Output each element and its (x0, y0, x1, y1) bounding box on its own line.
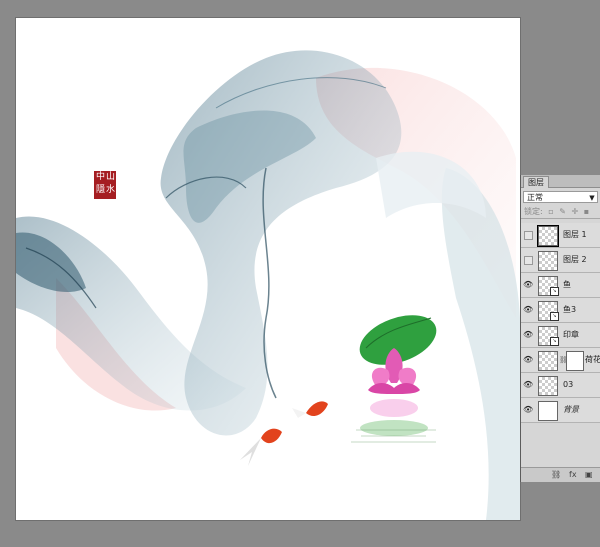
lock-row: 锁定: ▫ ✎ ✛ ▪ (521, 206, 600, 219)
lock-transparency-icon[interactable]: ▫ (548, 207, 553, 216)
layer-row[interactable]: 👁 ⛓ 荷花 (521, 348, 600, 373)
visibility-toggle[interactable] (524, 256, 533, 265)
layer-row[interactable]: 图层 1 (521, 223, 600, 248)
smart-object-icon: ↘ (550, 337, 559, 346)
eye-icon[interactable]: 👁 (523, 355, 533, 365)
seal-stamp: 中 山 隱 水 (94, 171, 116, 199)
layer-row[interactable]: 👁 ↘ 鱼 (521, 273, 600, 298)
ink-artwork (16, 50, 520, 520)
layer-name: 鱼3 (563, 305, 577, 314)
layer-thumbnail (538, 351, 558, 371)
layer-name: 荷花 (585, 355, 600, 364)
chevron-down-icon: ▼ (589, 194, 595, 202)
smart-object-icon: ↘ (550, 312, 559, 321)
layer-mask-thumbnail[interactable] (566, 351, 584, 371)
new-layer-icon[interactable]: ▣ (585, 470, 593, 479)
layer-name: 印章 (563, 330, 579, 339)
panel-footer: ⛓ fx ▣ (521, 467, 600, 482)
smart-object-icon: ↘ (550, 287, 559, 296)
layer-thumbnail (538, 376, 558, 396)
lock-label: 锁定: (524, 207, 543, 216)
tab-layers[interactable]: 图层 (523, 176, 549, 188)
layer-name: 鱼 (563, 280, 571, 289)
lock-position-icon[interactable]: ✛ (571, 207, 578, 216)
visibility-toggle[interactable] (524, 231, 533, 240)
panel-tab-bar: 图层 (521, 175, 600, 188)
eye-icon[interactable]: 👁 (523, 380, 533, 390)
layer-row[interactable]: 👁 背景 (521, 398, 600, 423)
blend-mode-value: 正常 (527, 193, 543, 202)
layer-row[interactable]: 👁 03 (521, 373, 600, 398)
layer-row[interactable]: 👁 ↘ 印章 (521, 323, 600, 348)
layer-name: 背景 (563, 405, 579, 414)
layer-thumbnail (538, 401, 558, 421)
layer-row[interactable]: 图层 2 (521, 248, 600, 273)
layer-thumbnail (537, 225, 559, 247)
fx-icon[interactable]: fx (569, 470, 577, 479)
layer-row[interactable]: 👁 ↘ 鱼3 (521, 298, 600, 323)
blend-mode-select[interactable]: 正常 ▼ (523, 191, 598, 203)
layer-thumbnail (538, 251, 558, 271)
layers-panel: 图层 正常 ▼ 锁定: ▫ ✎ ✛ ▪ 图层 1 图层 2 👁 ↘ 鱼 👁 ↘ … (520, 175, 600, 482)
document-canvas[interactable]: 中 山 隱 水 (16, 18, 520, 520)
link-icon[interactable]: ⛓ (551, 470, 561, 479)
eye-icon[interactable]: 👁 (523, 405, 533, 415)
layer-name: 图层 2 (563, 255, 587, 264)
eye-icon[interactable]: 👁 (523, 280, 533, 290)
layers-list: 图层 1 图层 2 👁 ↘ 鱼 👁 ↘ 鱼3 👁 ↘ 印章 👁 ⛓ 荷花 👁 0… (521, 223, 600, 423)
lock-all-icon[interactable]: ▪ (584, 207, 589, 216)
eye-icon[interactable]: 👁 (523, 330, 533, 340)
layer-name: 图层 1 (563, 230, 587, 239)
lock-pixels-icon[interactable]: ✎ (559, 207, 566, 216)
eye-icon[interactable]: 👁 (523, 305, 533, 315)
layer-name: 03 (563, 380, 574, 389)
